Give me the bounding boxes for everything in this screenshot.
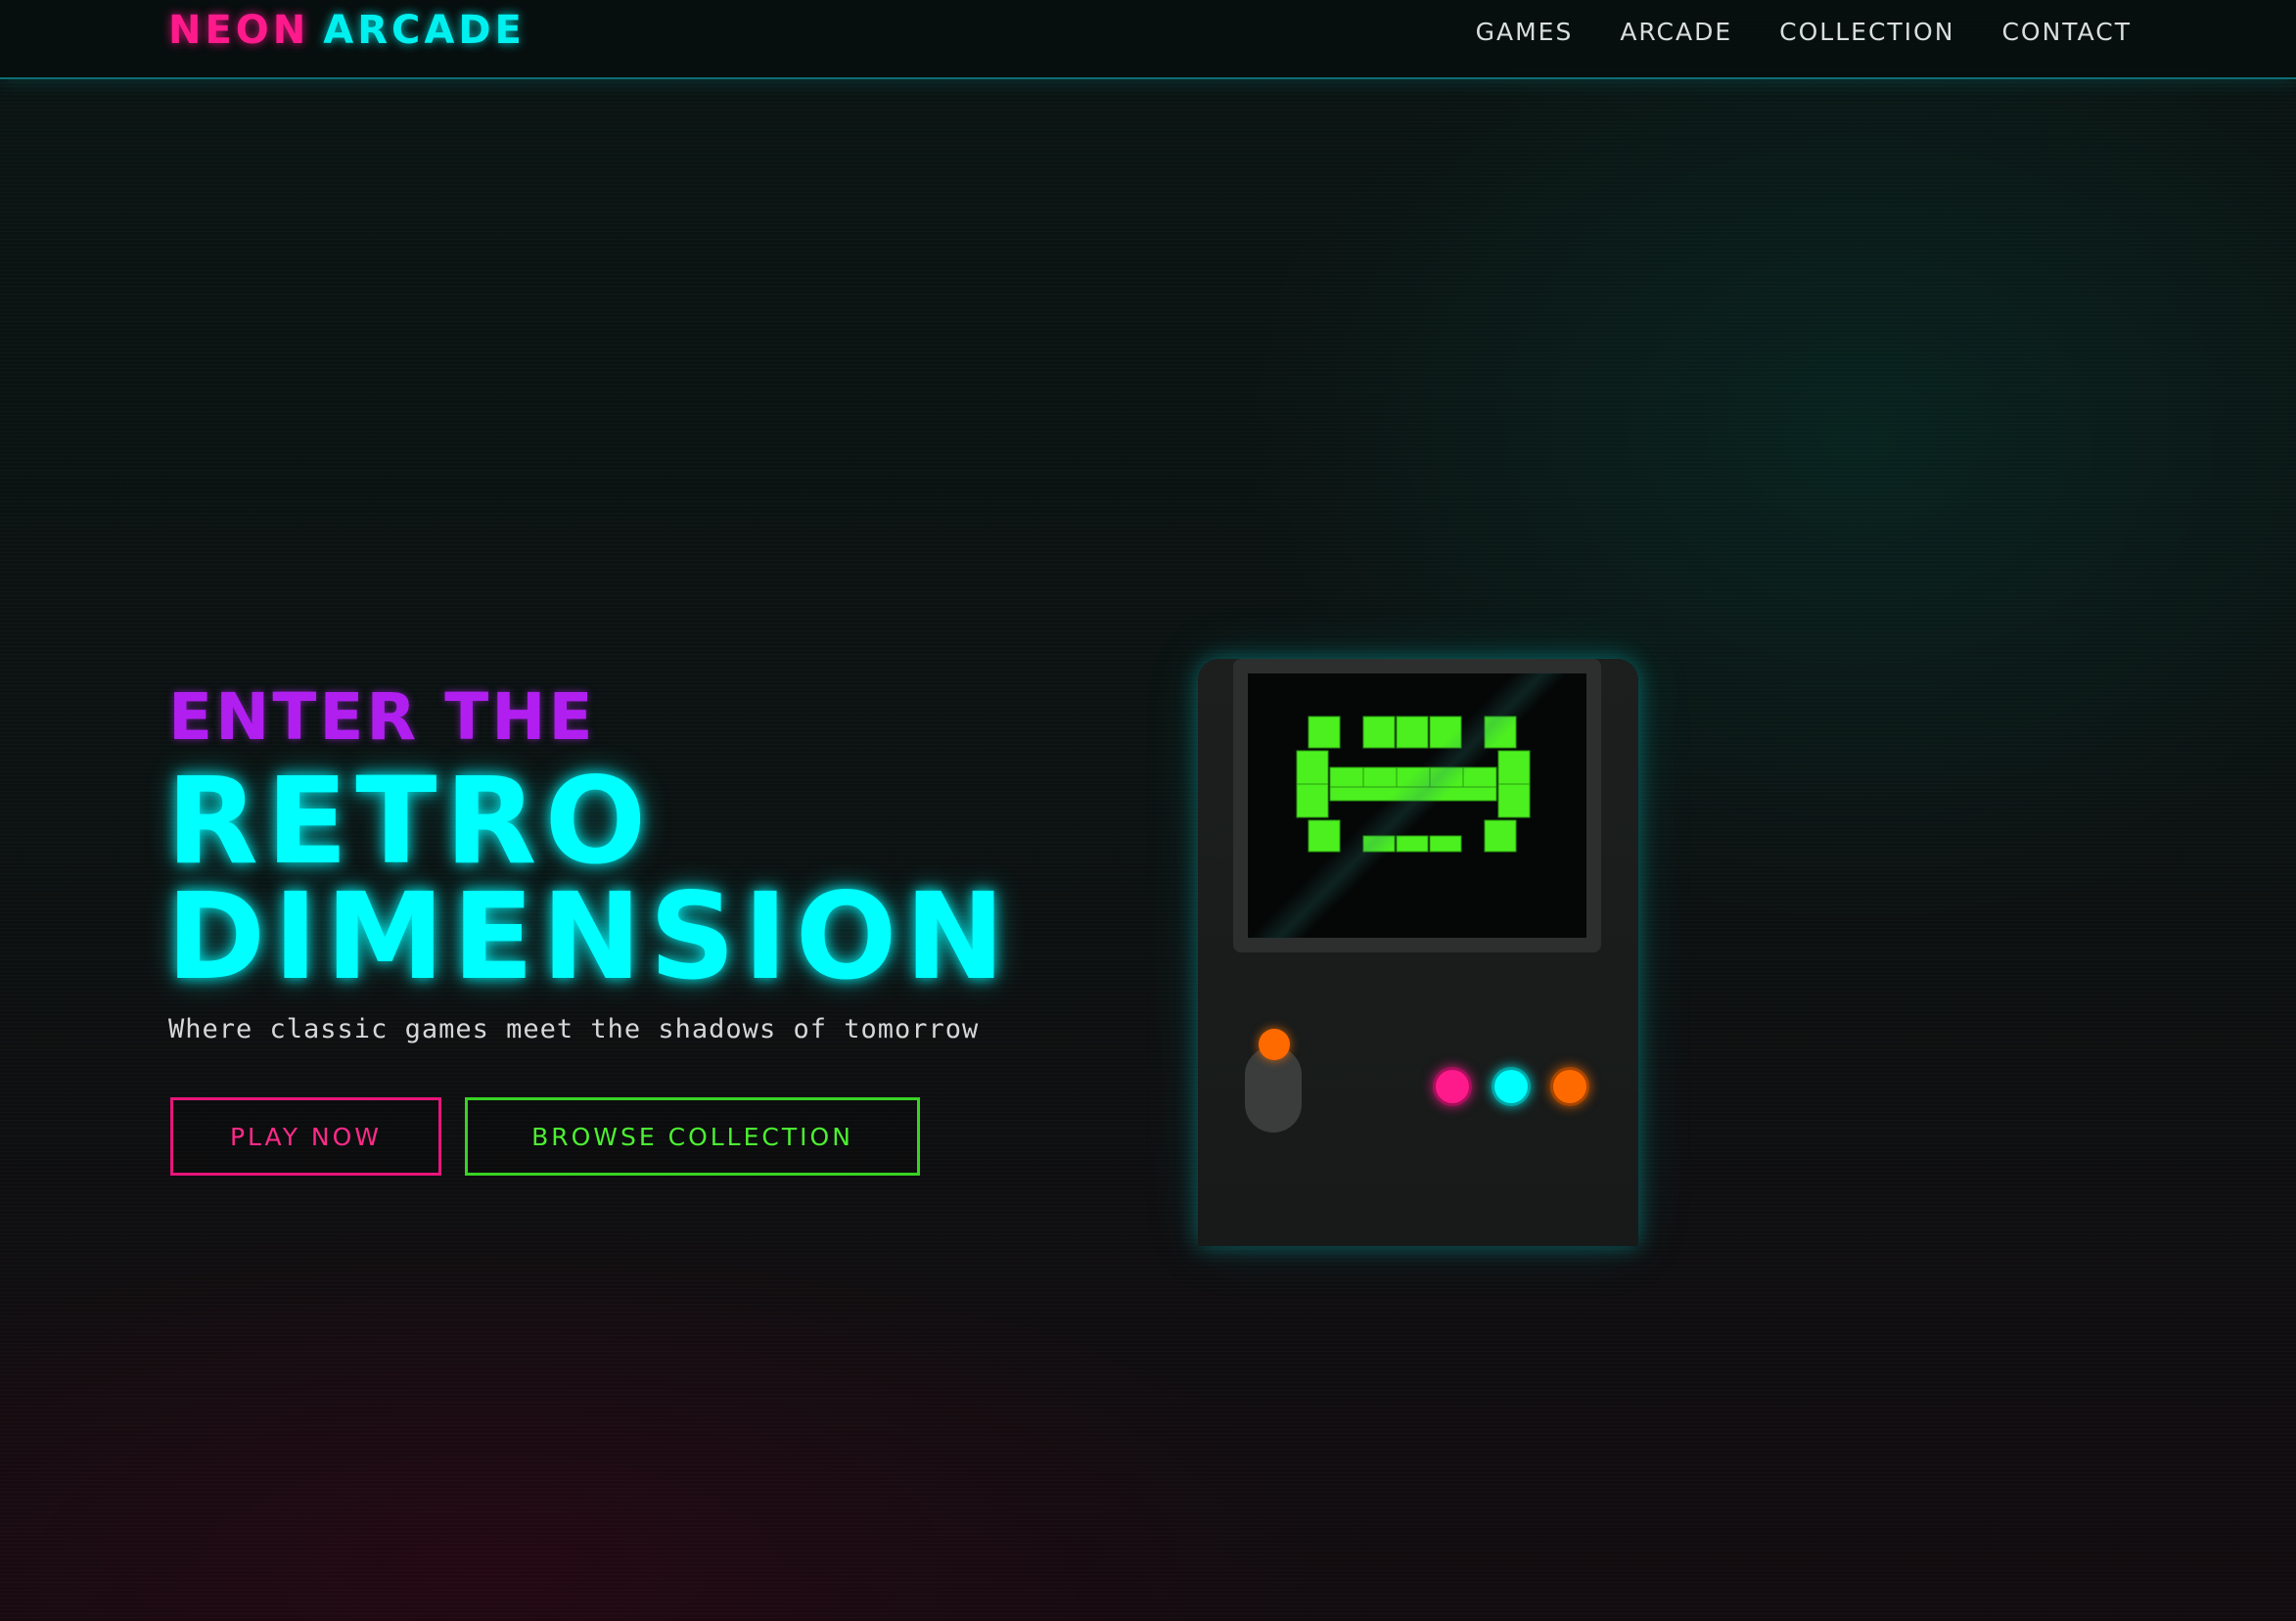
screen-glare bbox=[1248, 673, 1586, 938]
nav-link-arcade[interactable]: ARCADE bbox=[1620, 18, 1732, 46]
nav-links: GAMES ARCADE COLLECTION CONTACT bbox=[1476, 18, 2132, 46]
arcade-cabinet-illustration bbox=[1198, 659, 1638, 1246]
site-logo[interactable]: NEON ARCADE bbox=[168, 8, 526, 53]
play-now-button[interactable]: PLAY NOW bbox=[170, 1097, 441, 1176]
nav-link-collection[interactable]: COLLECTION bbox=[1779, 18, 1954, 46]
nav-link-games[interactable]: GAMES bbox=[1476, 18, 1574, 46]
arcade-button-pink bbox=[1433, 1067, 1472, 1106]
cabinet-screen bbox=[1248, 673, 1586, 938]
hero-title: RETRO DIMENSION bbox=[166, 752, 1013, 1006]
hero-title-line-2: DIMENSION bbox=[166, 867, 1013, 1006]
hero-title-line-1: RETRO bbox=[166, 752, 655, 891]
logo-neon-text: NEON bbox=[168, 8, 310, 53]
logo-arcade-text: ARCADE bbox=[323, 8, 526, 53]
hero-kicker: ENTER THE bbox=[168, 679, 596, 755]
hero-subtitle: Where classic games meet the shadows of … bbox=[168, 1014, 980, 1044]
browse-collection-button[interactable]: BROWSE COLLECTION bbox=[465, 1097, 920, 1176]
arcade-button-cyan bbox=[1492, 1067, 1531, 1106]
nav-link-contact[interactable]: CONTACT bbox=[2001, 18, 2132, 46]
joystick-ball-icon bbox=[1259, 1029, 1290, 1060]
top-navbar: NEON ARCADE GAMES ARCADE COLLECTION CONTA… bbox=[0, 0, 2296, 79]
cabinet-screen-frame bbox=[1233, 659, 1601, 952]
arcade-button-orange bbox=[1550, 1067, 1589, 1106]
